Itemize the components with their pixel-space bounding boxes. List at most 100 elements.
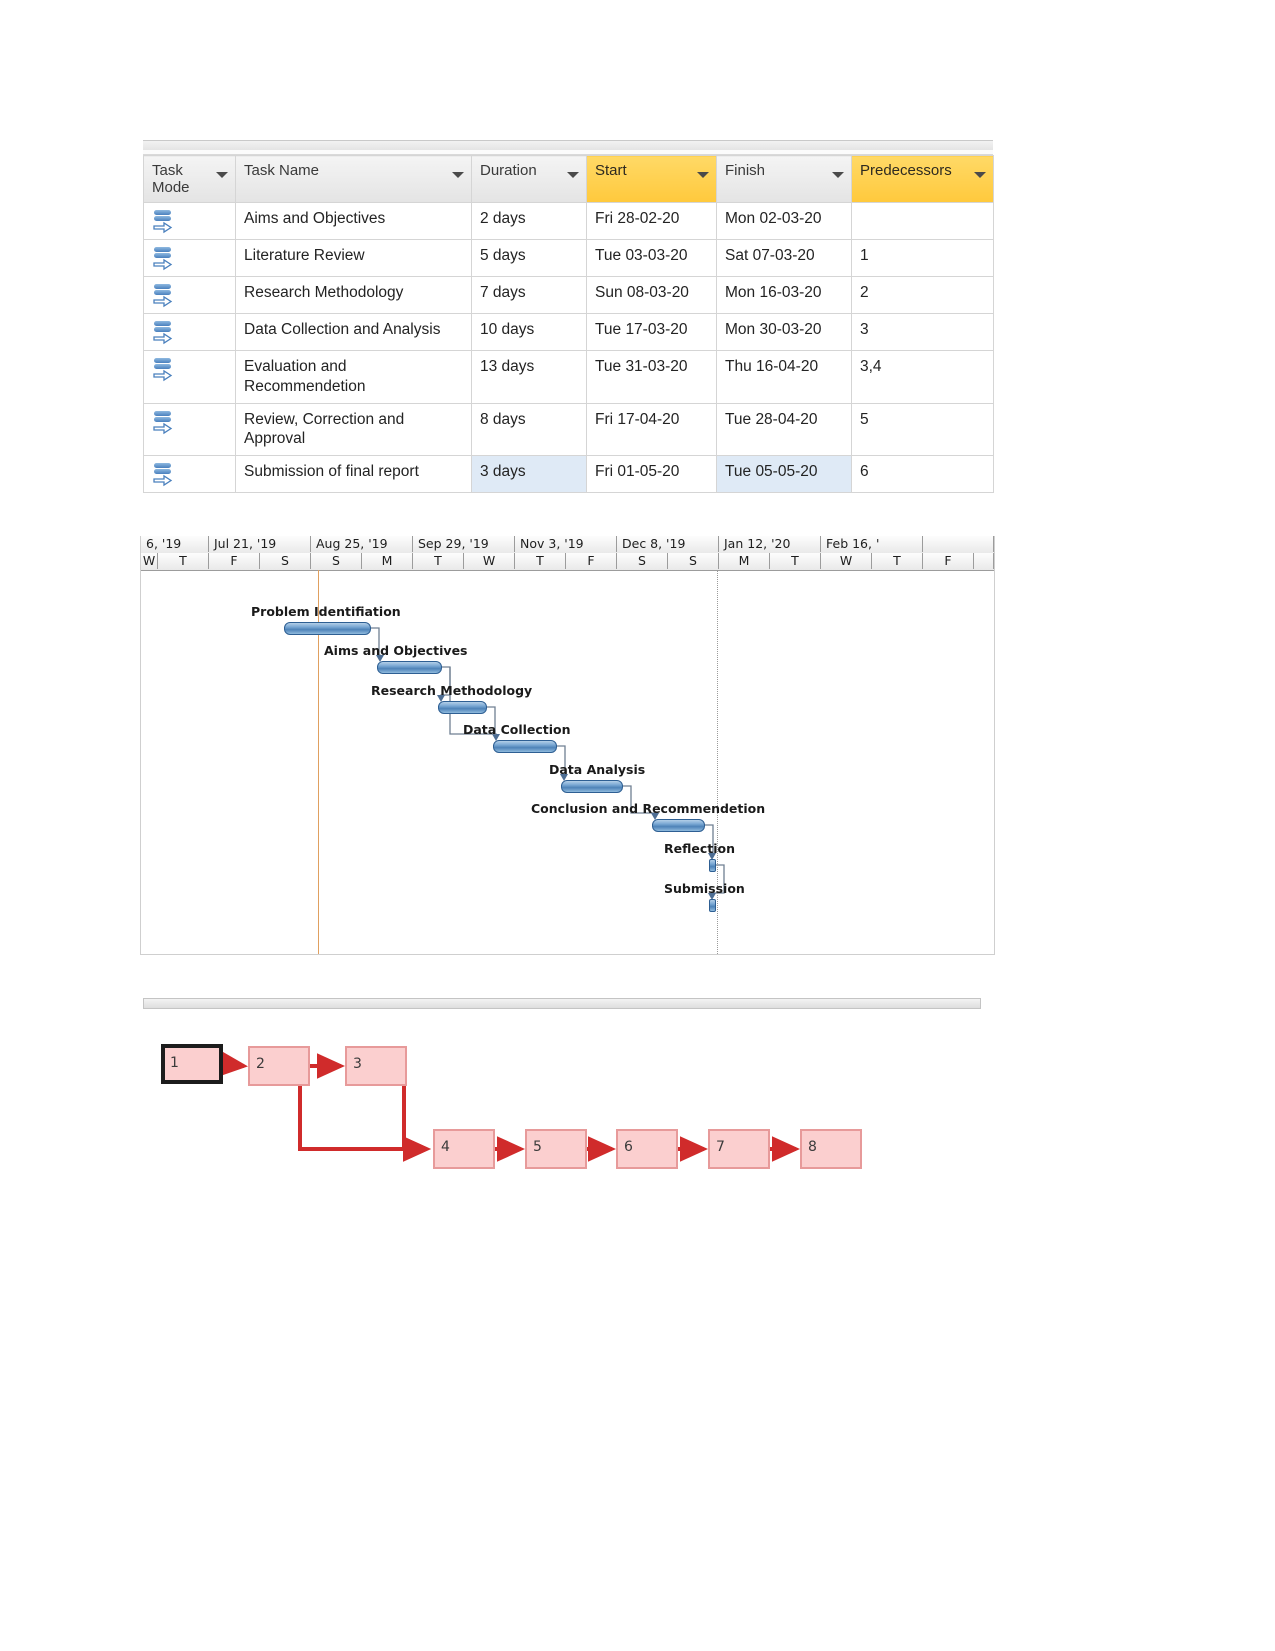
- filter-chevron-down-icon[interactable]: [832, 172, 844, 178]
- cell-duration[interactable]: 7 days: [471, 276, 587, 314]
- column-header-task-mode[interactable]: Task Mode: [143, 155, 236, 203]
- gantt-chart-body[interactable]: Problem Identifiation Aims and Objectives…: [141, 570, 994, 954]
- timescale-week-label: Aug 25, '19: [311, 536, 413, 552]
- gantt-bar[interactable]: [561, 780, 623, 793]
- filter-chevron-down-icon[interactable]: [216, 172, 228, 178]
- task-table-body: Aims and Objectives 2 days Fri 28-02-20 Mon…: [143, 202, 994, 494]
- cell-predecessors[interactable]: 2: [851, 276, 994, 314]
- cell-predecessors[interactable]: 5: [851, 402, 994, 457]
- gantt-bar[interactable]: [709, 859, 716, 872]
- cell-task-name[interactable]: Research Methodology: [235, 276, 472, 314]
- cell-duration[interactable]: 2 days: [471, 202, 587, 240]
- timescale-day-label: W: [141, 553, 158, 569]
- cell-finish[interactable]: Sat 07-03-20: [716, 239, 852, 277]
- cell-finish[interactable]: Mon 02-03-20: [716, 202, 852, 240]
- cell-duration[interactable]: 3 days: [471, 455, 587, 494]
- gantt-bar-label: Problem Identifiation: [251, 604, 401, 619]
- filter-chevron-down-icon[interactable]: [697, 172, 709, 178]
- column-header-duration[interactable]: Duration: [471, 155, 587, 203]
- cell-task-name[interactable]: Submission of final report: [235, 455, 472, 494]
- gantt-bar[interactable]: [652, 819, 705, 832]
- table-row[interactable]: Literature Review 5 days Tue 03-03-20 Sat 0…: [143, 239, 994, 277]
- column-header-start[interactable]: Start: [586, 155, 717, 203]
- cell-task-name[interactable]: Data Collection and Analysis: [235, 313, 472, 351]
- table-row[interactable]: Submission of final report 3 days Fri 01-0…: [143, 455, 994, 494]
- gantt-bar-label: Data Collection: [463, 722, 571, 737]
- timescale-day-label: T: [413, 553, 464, 569]
- column-header-predecessors-label: Predecessors: [860, 162, 952, 179]
- cell-task-mode[interactable]: [143, 455, 236, 494]
- cell-start[interactable]: Tue 31-03-20: [586, 350, 717, 404]
- cell-task-mode[interactable]: [143, 402, 236, 457]
- cell-task-name[interactable]: Aims and Objectives: [235, 202, 472, 240]
- cell-task-mode[interactable]: [143, 202, 236, 240]
- cell-finish[interactable]: Mon 16-03-20: [716, 276, 852, 314]
- table-row[interactable]: Data Collection and Analysis 10 days Tue 1…: [143, 313, 994, 351]
- cell-duration[interactable]: 13 days: [471, 350, 587, 404]
- filter-chevron-down-icon[interactable]: [974, 172, 986, 178]
- column-header-predecessors[interactable]: Predecessors: [851, 155, 994, 203]
- column-header-task-name[interactable]: Task Name: [235, 155, 472, 203]
- cell-predecessors[interactable]: 1: [851, 239, 994, 277]
- cell-duration[interactable]: 5 days: [471, 239, 587, 277]
- network-node[interactable]: 1: [161, 1044, 223, 1084]
- gantt-bar[interactable]: [284, 622, 371, 635]
- timescale-day-label: W: [821, 553, 872, 569]
- cell-task-mode[interactable]: [143, 239, 236, 277]
- table-row[interactable]: Research Methodology 7 days Sun 08-03-20 Mo…: [143, 276, 994, 314]
- cell-predecessors[interactable]: 3,4: [851, 350, 994, 404]
- cell-finish[interactable]: Tue 05-05-20: [716, 455, 852, 494]
- network-node[interactable]: 5: [525, 1129, 587, 1169]
- cell-start[interactable]: Fri 28-02-20: [586, 202, 717, 240]
- cell-start[interactable]: Tue 03-03-20: [586, 239, 717, 277]
- gantt-bar[interactable]: [438, 701, 487, 714]
- cell-task-mode[interactable]: [143, 350, 236, 404]
- cell-start[interactable]: Fri 01-05-20: [586, 455, 717, 494]
- cell-task-name[interactable]: Literature Review: [235, 239, 472, 277]
- network-node[interactable]: 7: [708, 1129, 770, 1169]
- gantt-bar[interactable]: [709, 899, 716, 912]
- timescale-day-label: T: [770, 553, 821, 569]
- cell-task-mode[interactable]: [143, 276, 236, 314]
- cell-duration[interactable]: 10 days: [471, 313, 587, 351]
- timescale-week-label: Sep 29, '19: [413, 536, 515, 552]
- table-row[interactable]: Aims and Objectives 2 days Fri 28-02-20 Mon…: [143, 202, 994, 240]
- filter-chevron-down-icon[interactable]: [452, 172, 464, 178]
- timescale-day-label: F: [209, 553, 260, 569]
- table-row[interactable]: Evaluation and Recommendetion 13 days Tue …: [143, 350, 994, 404]
- timescale-week-label: Dec 8, '19: [617, 536, 719, 552]
- network-node[interactable]: 6: [616, 1129, 678, 1169]
- cell-task-name[interactable]: Evaluation and Recommendetion: [235, 350, 472, 404]
- network-diagram-canvas[interactable]: 1 2 3 4 5 6 7 8: [143, 1012, 981, 1328]
- cell-task-name[interactable]: Review, Correction and Approval: [235, 402, 472, 457]
- cell-task-mode[interactable]: [143, 313, 236, 351]
- gantt-bar[interactable]: [493, 740, 557, 753]
- cell-finish[interactable]: Thu 16-04-20: [716, 350, 852, 404]
- timescale-day-label: F: [566, 553, 617, 569]
- cell-start[interactable]: Fri 17-04-20: [586, 402, 717, 457]
- network-node-label: 3: [353, 1056, 362, 1072]
- network-node[interactable]: 2: [248, 1046, 310, 1086]
- cell-start[interactable]: Tue 17-03-20: [586, 313, 717, 351]
- filter-chevron-down-icon[interactable]: [567, 172, 579, 178]
- timescale-day-label: S: [260, 553, 311, 569]
- cell-predecessors[interactable]: [851, 202, 994, 240]
- timescale-day-label: F: [923, 553, 974, 569]
- network-node-label: 4: [441, 1139, 450, 1155]
- network-node[interactable]: 8: [800, 1129, 862, 1169]
- network-node-label: 8: [808, 1139, 817, 1155]
- gantt-bar[interactable]: [377, 661, 442, 674]
- network-node[interactable]: 4: [433, 1129, 495, 1169]
- cell-predecessors[interactable]: 6: [851, 455, 994, 494]
- cell-duration[interactable]: 8 days: [471, 402, 587, 457]
- cell-finish[interactable]: Tue 28-04-20: [716, 402, 852, 457]
- column-header-finish[interactable]: Finish: [716, 155, 852, 203]
- timescale-day-label: M: [362, 553, 413, 569]
- cell-finish[interactable]: Mon 30-03-20: [716, 313, 852, 351]
- table-row[interactable]: Review, Correction and Approval 8 days Fri…: [143, 402, 994, 457]
- cell-predecessors[interactable]: 3: [851, 313, 994, 351]
- gantt-timescale-days: WTFSSMTWTFSSMTWTF: [141, 553, 994, 571]
- timescale-day-label: [974, 553, 994, 569]
- cell-start[interactable]: Sun 08-03-20: [586, 276, 717, 314]
- network-node[interactable]: 3: [345, 1046, 407, 1086]
